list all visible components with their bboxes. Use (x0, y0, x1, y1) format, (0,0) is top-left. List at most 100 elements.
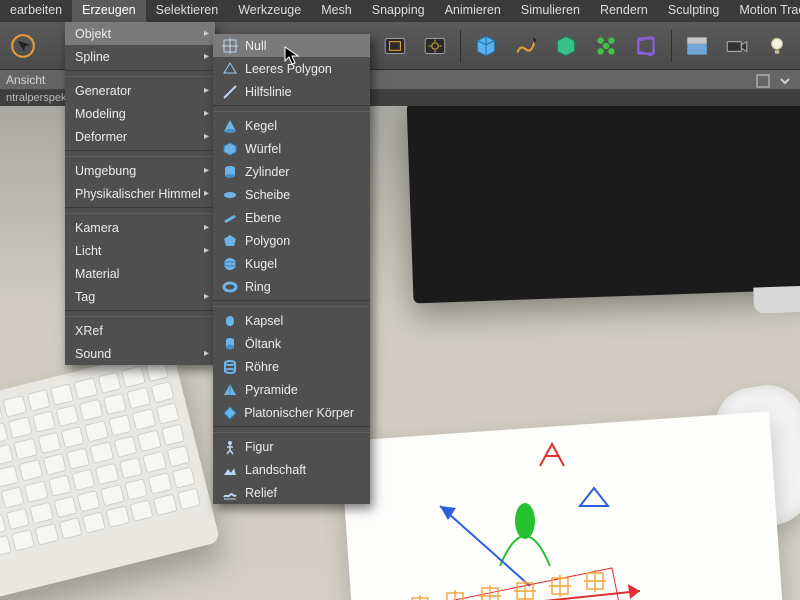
submenu-item-figur[interactable]: Figur (213, 435, 370, 458)
disc-icon (221, 186, 239, 204)
tool-add-cube[interactable] (469, 28, 503, 64)
chevron-down-icon[interactable] (776, 72, 794, 90)
menu-divider (65, 150, 215, 157)
relief-icon (221, 484, 239, 502)
menu-item-spline[interactable]: Spline▸ (65, 45, 215, 68)
chevron-right-icon: ▸ (204, 131, 209, 142)
menu-item-label: Null (245, 39, 267, 53)
maximize-icon[interactable] (754, 72, 772, 90)
chevron-right-icon: ▸ (204, 291, 209, 302)
menu-item-umgebung[interactable]: Umgebung▸ (65, 159, 215, 182)
menu-divider (213, 105, 370, 112)
submenu-item-kapsel[interactable]: Kapsel (213, 309, 370, 332)
submenu-item-hilfslinie[interactable]: Hilfslinie (213, 80, 370, 103)
menu-item-label: Platonischer Körper (244, 406, 354, 420)
menu-selektieren[interactable]: Selektieren (146, 0, 229, 22)
tool-add-mograph[interactable] (589, 28, 623, 64)
menu-item-sound[interactable]: Sound▸ (65, 342, 215, 365)
menu-item-deformer[interactable]: Deformer▸ (65, 125, 215, 148)
viewport-corner-icons (754, 72, 794, 90)
tool-select-arrow[interactable] (6, 28, 40, 64)
menu-item-label: Physikalischer Himmel (75, 187, 201, 201)
toolbar-separator (671, 30, 672, 62)
figure-icon (221, 438, 239, 456)
menu-item-label: Material (75, 267, 119, 281)
submenu-item-röhre[interactable]: Röhre (213, 355, 370, 378)
menu-item-label: Licht (75, 244, 101, 258)
menu-item-label: Umgebung (75, 164, 136, 178)
menu-sculpting[interactable]: Sculpting (658, 0, 729, 22)
keyboard-prop (0, 348, 220, 600)
tool-add-generator[interactable] (549, 28, 583, 64)
menu-divider (213, 300, 370, 307)
menu-item-label: Pyramide (245, 383, 298, 397)
menu-item-kamera[interactable]: Kamera▸ (65, 216, 215, 239)
submenu-item-relief[interactable]: Relief (213, 481, 370, 504)
menu-item-label: Kamera (75, 221, 119, 235)
menu-item-xref[interactable]: XRef (65, 319, 215, 342)
menu-item-material[interactable]: Material (65, 262, 215, 285)
submenu-item-zylinder[interactable]: Zylinder (213, 160, 370, 183)
pyramid-icon (221, 381, 239, 399)
tool-render-settings[interactable] (418, 28, 452, 64)
menu-item-label: Öltank (245, 337, 281, 351)
plane-icon (221, 209, 239, 227)
menu-bearbeiten[interactable]: earbeiten (0, 0, 72, 22)
submenu-item-ring[interactable]: Ring (213, 275, 370, 298)
submenu-item-scheibe[interactable]: Scheibe (213, 183, 370, 206)
menu-rendern[interactable]: Rendern (590, 0, 658, 22)
submenu-item-platonischer-körper[interactable]: Platonischer Körper (213, 401, 370, 424)
menu-divider (65, 207, 215, 214)
menu-item-label: Kapsel (245, 314, 283, 328)
submenu-item-öltank[interactable]: Öltank (213, 332, 370, 355)
erzeugen-menu: Objekt▸Spline▸Generator▸Modeling▸Deforme… (65, 22, 215, 365)
menu-item-label: Polygon (245, 234, 290, 248)
menu-item-objekt[interactable]: Objekt▸ (65, 22, 215, 45)
submenu-item-polygon[interactable]: Polygon (213, 229, 370, 252)
menu-item-generator[interactable]: Generator▸ (65, 79, 215, 102)
objekt-submenu: NullLeeres PolygonHilfslinieKegelWürfelZ… (213, 34, 370, 504)
menu-divider (213, 426, 370, 433)
submenu-item-ebene[interactable]: Ebene (213, 206, 370, 229)
submenu-item-landschaft[interactable]: Landschaft (213, 458, 370, 481)
menu-item-label: Hilfslinie (245, 85, 292, 99)
tool-render-region[interactable] (378, 28, 412, 64)
null-icon (221, 37, 239, 55)
capsule-icon (221, 312, 239, 330)
menu-snapping[interactable]: Snapping (362, 0, 435, 22)
menu-item-physikalischer-himmel[interactable]: Physikalischer Himmel▸ (65, 182, 215, 205)
paper-prop (340, 411, 790, 600)
menu-item-tag[interactable]: Tag▸ (65, 285, 215, 308)
tool-add-deformer[interactable] (629, 28, 663, 64)
submenu-item-kegel[interactable]: Kegel (213, 114, 370, 137)
submenu-item-kugel[interactable]: Kugel (213, 252, 370, 275)
tool-add-environment[interactable] (680, 28, 714, 64)
menu-item-label: Spline (75, 50, 110, 64)
chevron-right-icon: ▸ (204, 188, 209, 199)
menu-mesh[interactable]: Mesh (311, 0, 362, 22)
chevron-right-icon: ▸ (204, 348, 209, 359)
menu-item-licht[interactable]: Licht ▸ (65, 239, 215, 262)
menu-motion-tracker[interactable]: Motion Tracker (729, 0, 800, 22)
menu-animieren[interactable]: Animieren (435, 0, 511, 22)
menu-simulieren[interactable]: Simulieren (511, 0, 590, 22)
tube-icon (221, 358, 239, 376)
menu-item-label: XRef (75, 324, 103, 338)
tool-add-camera[interactable] (720, 28, 754, 64)
submenu-item-würfel[interactable]: Würfel (213, 137, 370, 160)
menu-item-label: Generator (75, 84, 131, 98)
submenu-item-pyramide[interactable]: Pyramide (213, 378, 370, 401)
menu-item-label: Landschaft (245, 463, 306, 477)
cylinder-icon (221, 163, 239, 181)
tool-add-light[interactable] (760, 28, 794, 64)
cursor-icon (284, 46, 300, 66)
tool-add-spline[interactable] (509, 28, 543, 64)
polygon-icon (221, 232, 239, 250)
menu-erzeugen[interactable]: Erzeugen (72, 0, 146, 22)
menu-werkzeuge[interactable]: Werkzeuge (228, 0, 311, 22)
menu-item-modeling[interactable]: Modeling▸ (65, 102, 215, 125)
chevron-right-icon: ▸ (204, 245, 209, 256)
menu-divider (65, 310, 215, 317)
menu-item-label: Ring (245, 280, 271, 294)
platonic-icon (221, 404, 238, 422)
